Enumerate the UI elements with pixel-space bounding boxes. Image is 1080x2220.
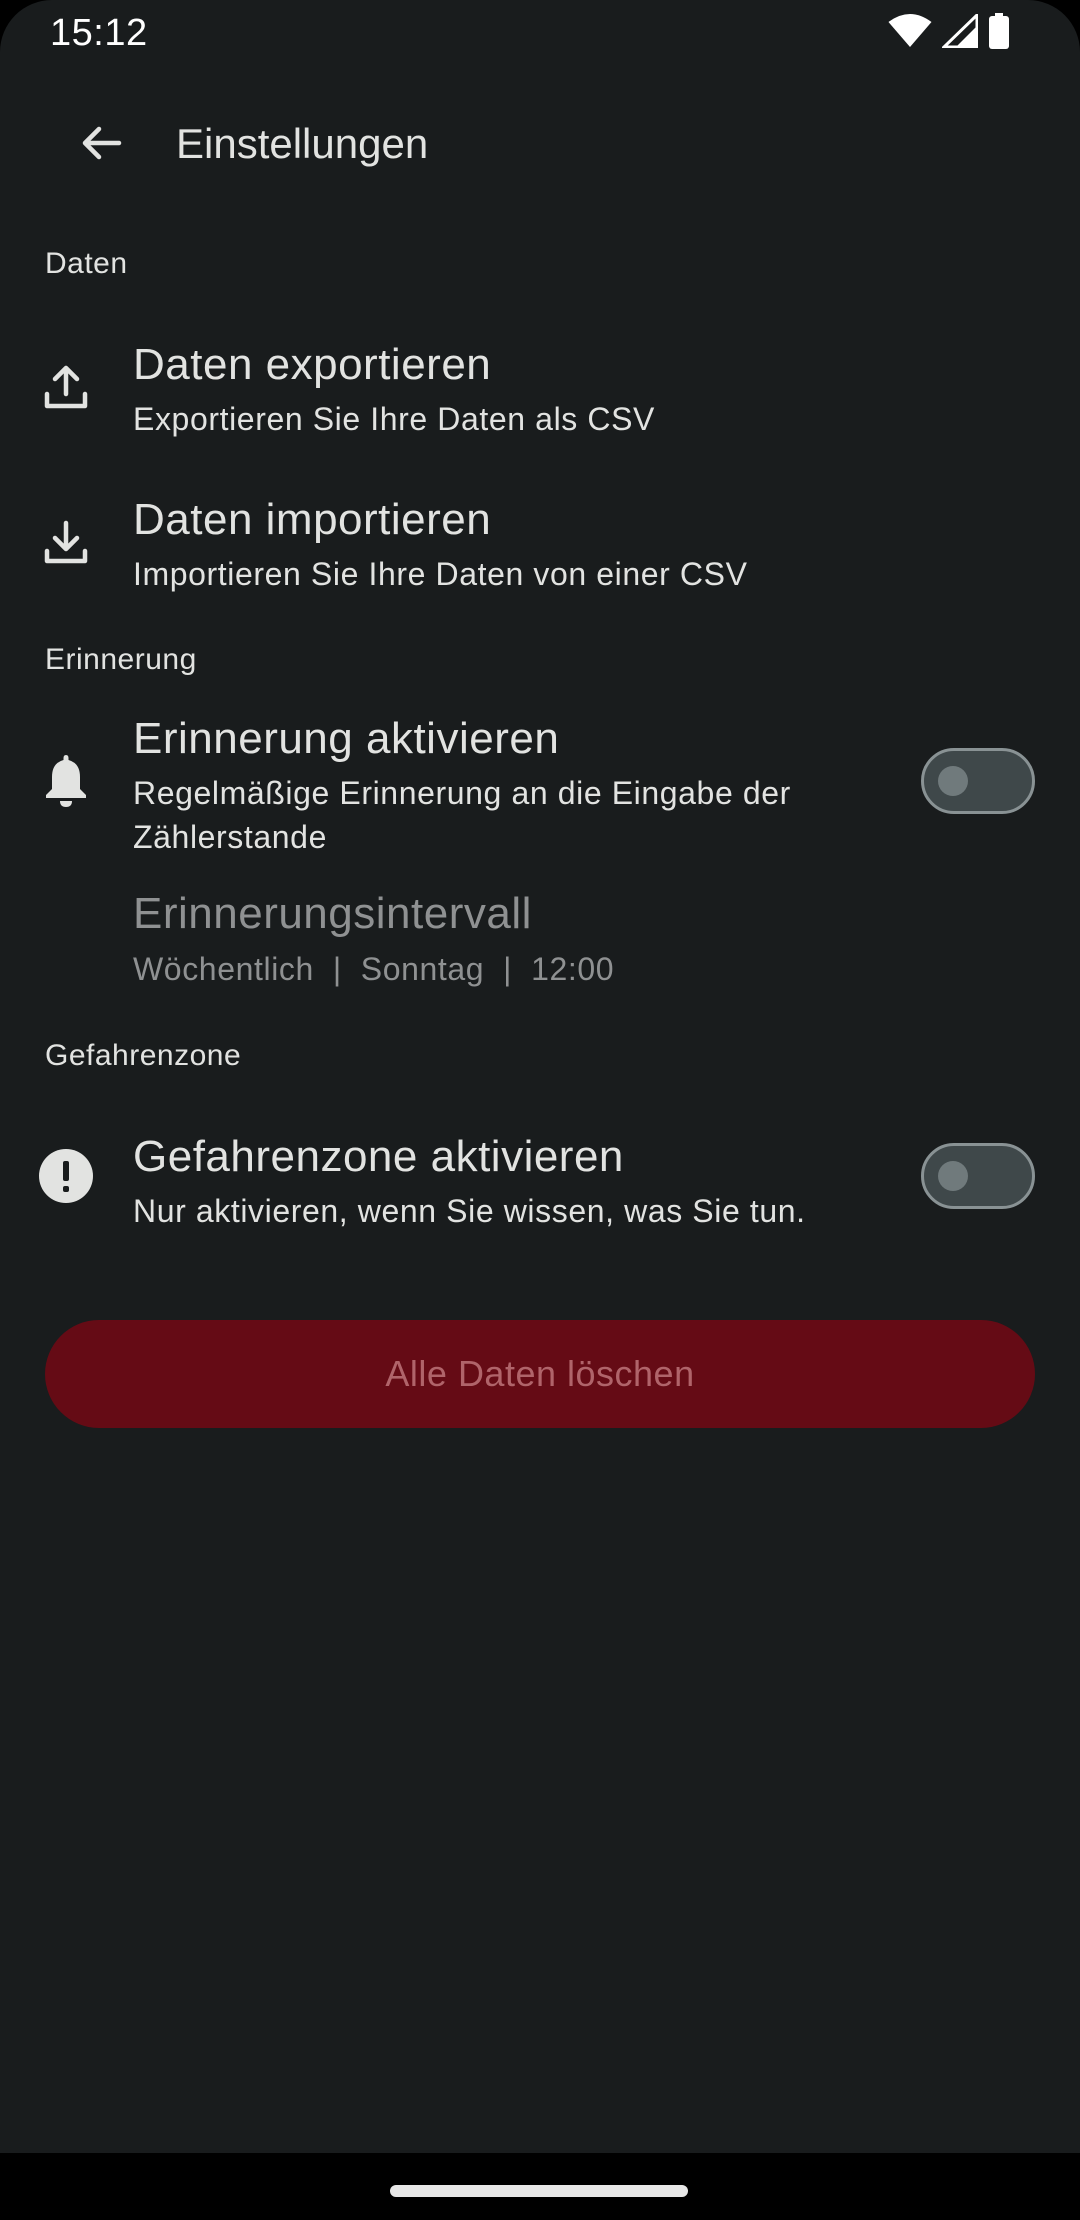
import-subtitle: Importieren Sie Ihre Daten von einer CSV: [133, 556, 748, 592]
bell-icon: [38, 752, 94, 808]
status-icons: [888, 10, 1010, 54]
upload-icon: [38, 359, 94, 415]
section-header-data: Daten: [45, 247, 128, 280]
exclamation-circle-icon: [38, 1148, 94, 1204]
wifi-icon: [888, 13, 932, 53]
reminder-switch-thumb: [938, 766, 968, 796]
danger-switch-thumb: [938, 1161, 968, 1191]
navigation-bar: [0, 2153, 1080, 2220]
reminder-enable-subtitle: Regelmäßige Erinnerung an die Eingabe de…: [133, 775, 791, 855]
danger-enable-subtitle: Nur aktivieren, wenn Sie wissen, was Sie…: [133, 1193, 806, 1229]
settings-screen: 15:12 Einstellungen Daten Daten exportie…: [0, 0, 1080, 2220]
status-bar: 15:12: [0, 0, 1080, 64]
page-title: Einstellungen: [176, 120, 429, 167]
home-gesture-handle[interactable]: [390, 2185, 688, 2197]
export-data-item[interactable]: Daten exportieren Exportieren Sie Ihre D…: [0, 330, 1080, 450]
danger-enable-title: Gefahrenzone aktivieren: [133, 1132, 624, 1181]
delete-all-data-label: Alle Daten löschen: [385, 1353, 695, 1394]
export-title: Daten exportieren: [133, 340, 492, 389]
delete-all-data-button[interactable]: Alle Daten löschen: [45, 1320, 1035, 1428]
reminder-enable-title: Erinnerung aktivieren: [133, 714, 560, 763]
status-time: 15:12: [50, 12, 148, 54]
section-header-reminder: Erinnerung: [45, 643, 197, 676]
reminder-switch[interactable]: [921, 748, 1035, 814]
import-data-item[interactable]: Daten importieren Importieren Sie Ihre D…: [0, 485, 1080, 605]
signal-icon: [940, 10, 979, 53]
section-header-danger: Gefahrenzone: [45, 1039, 242, 1072]
reminder-interval-subtitle: Wöchentlich | Sonntag | 12:00: [133, 951, 615, 987]
battery-icon: [988, 12, 1010, 54]
reminder-interval-item: Erinnerungsintervall Wöchentlich | Sonnt…: [0, 885, 1080, 995]
import-title: Daten importieren: [133, 495, 492, 544]
app-bar: Einstellungen: [0, 100, 1080, 190]
reminder-interval-title: Erinnerungsintervall: [133, 889, 532, 938]
danger-switch[interactable]: [921, 1143, 1035, 1209]
reminder-enable-item[interactable]: Erinnerung aktivieren Regelmäßige Erinne…: [0, 710, 1080, 860]
arrow-back-icon: [77, 119, 125, 172]
download-icon: [38, 514, 94, 570]
danger-enable-item[interactable]: Gefahrenzone aktivieren Nur aktivieren, …: [0, 1120, 1080, 1240]
back-button[interactable]: [56, 100, 146, 190]
export-subtitle: Exportieren Sie Ihre Daten als CSV: [133, 401, 655, 437]
